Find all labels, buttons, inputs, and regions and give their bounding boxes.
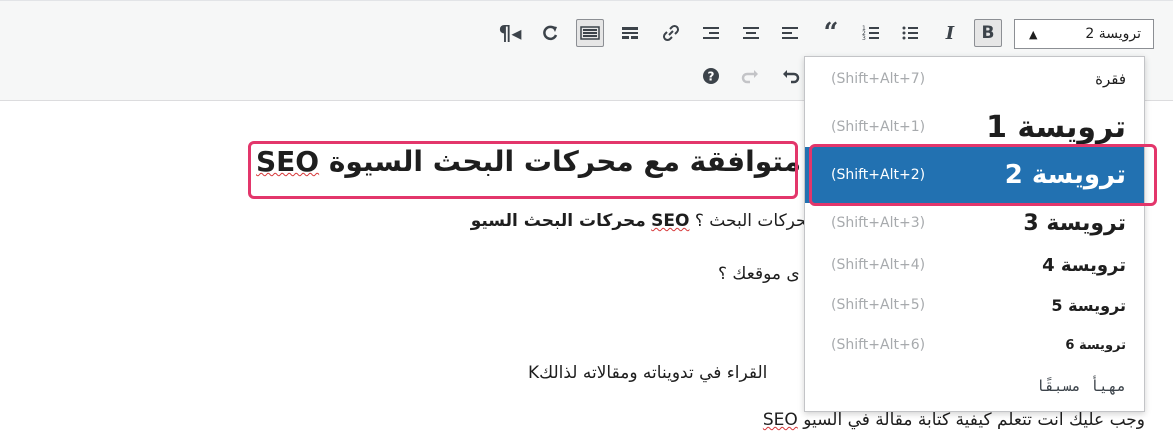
- format-option-heading-3[interactable]: (Shift+Alt+3) ترويسة 3: [805, 203, 1144, 243]
- shortcut-label: (Shift+Alt+4): [831, 257, 926, 273]
- shortcut-label: (Shift+Alt+6): [831, 337, 926, 353]
- numbered-list-icon: 123: [862, 25, 879, 42]
- shortcut-label: (Shift+Alt+1): [831, 119, 926, 135]
- numbered-list-button[interactable]: 123: [857, 19, 885, 47]
- paragraph-4-seo: SEO: [762, 410, 798, 430]
- format-select[interactable]: ▲ ترويسة 2: [1014, 19, 1154, 49]
- refresh-icon: [543, 25, 558, 41]
- paragraph-1-bold: محركات البحث السيو: [470, 211, 646, 231]
- keyboard-icon: [580, 26, 600, 40]
- svg-text:3: 3: [862, 35, 866, 42]
- format-option-label: فقرة: [1095, 70, 1126, 88]
- highlight-box-heading: [248, 141, 798, 199]
- pilcrow-icon: ¶◂: [498, 21, 522, 45]
- format-option-heading-6[interactable]: (Shift+Alt+6) ترويسة 6: [805, 325, 1144, 365]
- format-select-value: ترويسة 2: [1085, 26, 1141, 42]
- format-option-label: ترويسة 3: [1023, 210, 1126, 236]
- format-dropdown-menu: (Shift+Alt+7) فقرة (Shift+Alt+1) ترويسة …: [804, 56, 1157, 412]
- shortcut-label: (Shift+Alt+3): [831, 215, 926, 231]
- format-option-paragraph[interactable]: (Shift+Alt+7) فقرة: [805, 59, 1144, 99]
- help-button[interactable]: ?: [697, 62, 725, 90]
- paragraph-marks-button[interactable]: ¶◂: [496, 19, 524, 47]
- undo-icon: [783, 70, 800, 84]
- align-center-button[interactable]: [737, 19, 765, 47]
- bulleted-list-icon: [902, 26, 918, 40]
- quote-icon: “: [823, 18, 839, 48]
- format-option-label: ترويسة 1: [986, 109, 1126, 145]
- link-button[interactable]: [657, 19, 685, 47]
- redo-icon: [741, 70, 758, 84]
- format-option-label: ترويسة 5: [1051, 295, 1126, 315]
- bulleted-list-button[interactable]: [896, 19, 924, 47]
- format-option-heading-5[interactable]: (Shift+Alt+5) ترويسة 5: [805, 285, 1144, 325]
- undo-button[interactable]: [776, 62, 804, 90]
- toolbar-toggle-button[interactable]: [576, 19, 604, 47]
- refresh-button[interactable]: [536, 19, 564, 47]
- help-icon: ?: [703, 68, 719, 84]
- link-icon: [662, 24, 680, 42]
- format-option-label: ترويسة 4: [1042, 254, 1126, 276]
- svg-text:?: ?: [708, 70, 715, 84]
- horizontal-line-button[interactable]: [616, 19, 644, 47]
- format-option-heading-4[interactable]: (Shift+Alt+4) ترويسة 4: [805, 245, 1144, 285]
- paragraph-1-seo: SEO: [651, 211, 690, 231]
- paragraph-4: وجب عليك انت تتعلم كيفية كتابة مقالة في …: [763, 410, 1145, 430]
- align-right-button[interactable]: [697, 19, 725, 47]
- caret-up-icon: ▲: [1029, 27, 1038, 41]
- paragraph-4-text: وجب عليك انت تتعلم كيفية كتابة مقالة في …: [803, 410, 1145, 430]
- align-right-icon: [703, 27, 719, 39]
- shortcut-label: (Shift+Alt+7): [831, 71, 926, 87]
- format-option-preformatted[interactable]: مهيأ مسبقًا: [805, 365, 1144, 407]
- blockquote-button[interactable]: “: [817, 18, 845, 48]
- shortcut-label: (Shift+Alt+5): [831, 297, 926, 313]
- align-left-button[interactable]: [776, 19, 804, 47]
- paragraph-2: ى موقعك ؟: [718, 264, 800, 284]
- highlight-box-selected-option: [809, 144, 1157, 206]
- align-center-icon: [743, 27, 759, 39]
- bold-button[interactable]: B: [974, 19, 1002, 47]
- italic-button[interactable]: I: [936, 19, 964, 47]
- horizontal-line-icon: [622, 27, 638, 39]
- redo-button[interactable]: [737, 62, 765, 90]
- align-left-icon: [782, 27, 798, 39]
- format-option-label: ترويسة 6: [1065, 337, 1126, 353]
- format-option-label: مهيأ مسبقًا: [1035, 377, 1126, 395]
- paragraph-3: القراء في تدويناته ومقالاته لذالكK: [528, 363, 768, 383]
